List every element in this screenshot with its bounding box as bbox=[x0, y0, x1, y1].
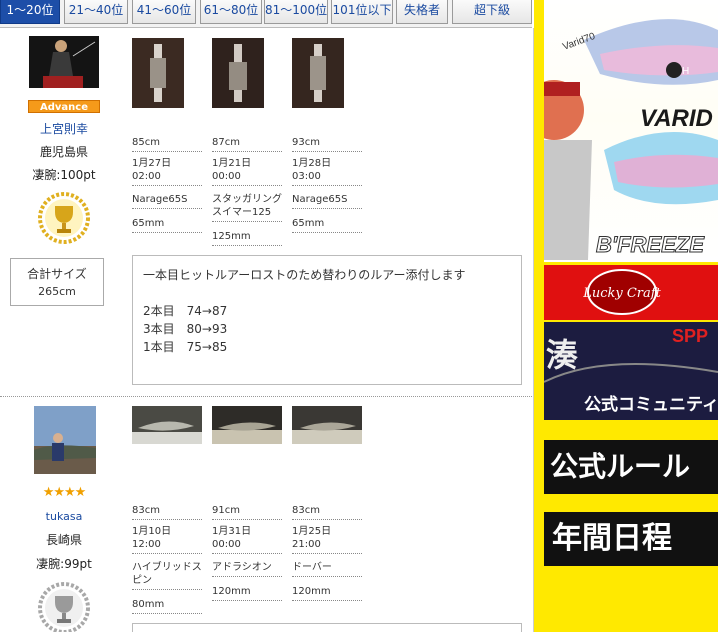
user-score: 凄腕:99pt bbox=[36, 557, 92, 571]
tab-rank-41-60[interactable]: 41〜60位 bbox=[132, 0, 196, 24]
fish-date: 1月21日 00:00 bbox=[212, 157, 282, 186]
user-prefecture: 鹿児島県 bbox=[39, 145, 88, 159]
fish-lure: スタッガリング スイマー125 bbox=[212, 193, 282, 222]
fish-lure-size: 65mm bbox=[292, 217, 362, 233]
catch-photo[interactable] bbox=[212, 38, 264, 108]
tab-rank-21-40[interactable]: 21〜40位 bbox=[64, 0, 128, 24]
catch-photo[interactable] bbox=[212, 406, 282, 444]
user-avatar[interactable] bbox=[34, 406, 96, 474]
tab-super-lower[interactable]: 超下級 bbox=[452, 0, 532, 24]
fish-lure: アドラシオン bbox=[212, 561, 282, 577]
catch-photo[interactable] bbox=[132, 406, 202, 444]
tab-rank-1-20[interactable]: 1〜20位 bbox=[0, 0, 60, 24]
fish-date: 1月28日 03:00 bbox=[292, 157, 362, 186]
fish-lure-size: 120mm bbox=[212, 585, 282, 601]
bfreeze-text: B'FREEZE bbox=[596, 232, 705, 257]
catch-photo[interactable] bbox=[292, 38, 344, 108]
spp-kanji-text: 湊 bbox=[546, 336, 578, 374]
varid-text: VARID bbox=[640, 105, 713, 132]
fish-size: 85cm bbox=[132, 136, 202, 152]
svg-text:H: H bbox=[682, 66, 689, 77]
fish-date: 1月10日 12:00 bbox=[132, 525, 202, 554]
annual-schedule-banner[interactable]: 年間日程 bbox=[544, 512, 718, 566]
catch-photo[interactable] bbox=[292, 406, 362, 444]
spp-community-banner[interactable]: 湊 SPP 公式コミュニティ bbox=[544, 322, 718, 420]
tab-rank-101-below[interactable]: 101位以下 bbox=[331, 0, 393, 24]
fish-date: 1月27日 02:00 bbox=[132, 157, 202, 186]
fish-lure: Narage65S bbox=[132, 193, 202, 209]
fish-lure-size: 80mm bbox=[132, 598, 202, 614]
catch-photo[interactable] bbox=[132, 38, 184, 108]
fish-lure: Narage65S bbox=[292, 193, 362, 209]
fish-lure: ドーバー bbox=[292, 561, 362, 577]
total-size-box: 合計サイズ 265cm bbox=[10, 258, 104, 306]
fish-size: 83cm bbox=[132, 504, 202, 520]
user-score: 凄腕:100pt bbox=[32, 168, 96, 182]
lucky-craft-banner[interactable]: Lucky Craft bbox=[544, 265, 718, 320]
lucky-craft-logo-text: Lucky Craft bbox=[582, 286, 661, 301]
gold-trophy-icon bbox=[38, 192, 90, 244]
fish-lure-size: 65mm bbox=[132, 217, 202, 233]
angler-comment: 一本目ヒットルアーロストのため替わりのルアー添付します 2本目 74→87 3本… bbox=[132, 255, 522, 385]
official-rules-banner[interactable]: 公式ルール bbox=[544, 440, 718, 494]
fish-date: 1月25日 21:00 bbox=[292, 525, 362, 554]
tab-disqualified[interactable]: 失格者 bbox=[396, 0, 448, 24]
tab-rank-81-100[interactable]: 81〜100位 bbox=[264, 0, 328, 24]
user-name-link[interactable]: 上宮則幸 bbox=[14, 120, 114, 137]
fish-date: 1月31日 00:00 bbox=[212, 525, 282, 554]
angler-comment bbox=[132, 623, 522, 632]
user-name-link[interactable]: tukasa bbox=[14, 510, 114, 523]
ranking-list: Advance 上宮則幸 鹿児島県 凄腕:100pt 85cm 1月27日 02:… bbox=[0, 28, 534, 632]
spp-community-text: 公式コミュニティ bbox=[584, 394, 718, 415]
rating-stars: ★★★★ bbox=[42, 485, 87, 500]
entry-divider bbox=[0, 396, 534, 397]
fish-size: 83cm bbox=[292, 504, 362, 520]
fish-size: 87cm bbox=[212, 136, 282, 152]
ranking-tabs: 1〜20位 21〜40位 41〜60位 61〜80位 81〜100位 101位以… bbox=[0, 0, 532, 28]
total-size-value: 265cm bbox=[38, 285, 76, 298]
fish-lure: ハイブリッドス ピン bbox=[132, 561, 202, 590]
fish-lure-size: 125mm bbox=[212, 230, 282, 246]
user-prefecture: 長崎県 bbox=[45, 533, 82, 547]
fish-size: 93cm bbox=[292, 136, 362, 152]
lure-ad-banner[interactable]: H Varid70 VARID B'FREEZE bbox=[544, 0, 718, 262]
tab-rank-61-80[interactable]: 61〜80位 bbox=[200, 0, 262, 24]
user-avatar[interactable] bbox=[29, 36, 99, 88]
rank-badge: Advance bbox=[28, 100, 100, 113]
fish-lure-size: 120mm bbox=[292, 585, 362, 601]
spp-logo-text: SPP bbox=[672, 326, 708, 346]
total-size-label: 合計サイズ bbox=[27, 267, 87, 281]
sidebar-banners: H Varid70 VARID B'FREEZE Lucky Craft 湊 S… bbox=[534, 0, 718, 632]
silver-trophy-icon bbox=[38, 582, 90, 632]
fish-size: 91cm bbox=[212, 504, 282, 520]
